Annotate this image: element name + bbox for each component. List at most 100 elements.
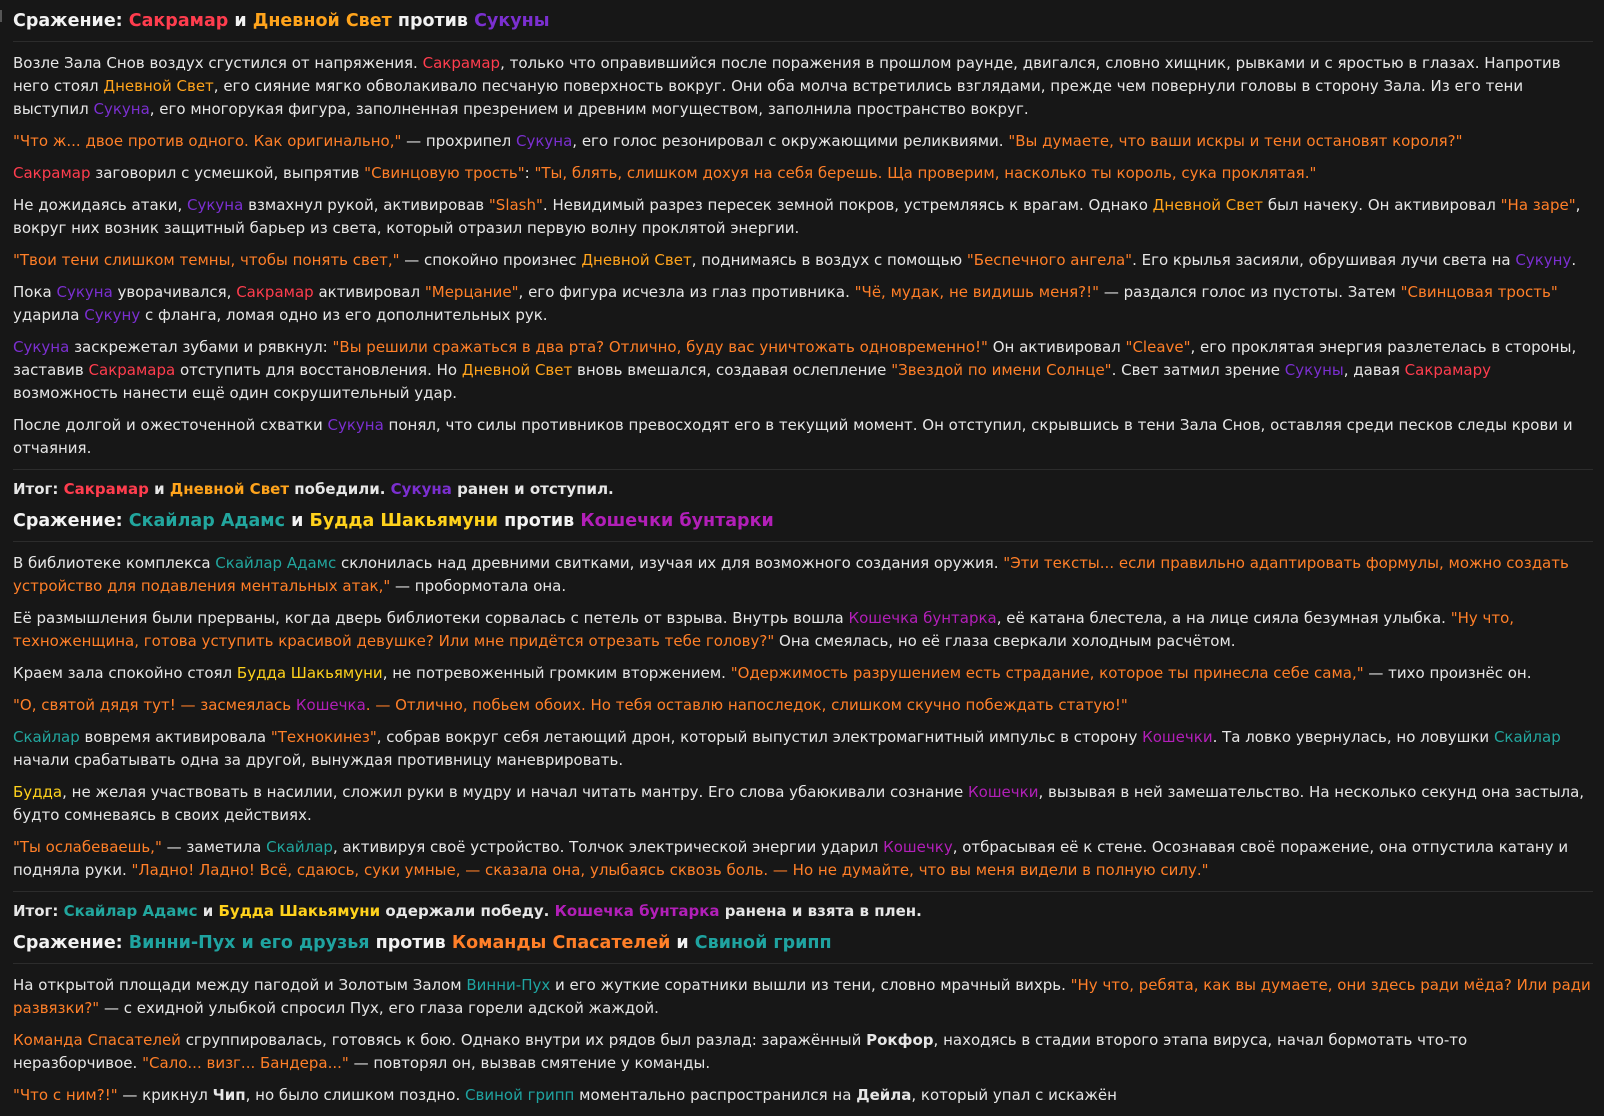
- story-paragraph: Краем зала спокойно стоял Будда Шакьямун…: [13, 662, 1593, 685]
- character-name: Кошечку: [883, 838, 953, 856]
- narration-text: , который упал с искажён: [911, 1086, 1117, 1104]
- character-name: Сукуна: [515, 132, 573, 150]
- narration-text: отступить для восстановления. Но: [175, 361, 462, 379]
- narration-text: , активируя своё устройство. Толчок элек…: [332, 838, 884, 856]
- narration-text: моментально распространился на: [574, 1086, 857, 1104]
- narration-text: .: [1571, 251, 1577, 269]
- character-name: Дневной Свет: [252, 11, 392, 31]
- quoted-text: "Беспечного ангела": [966, 251, 1133, 269]
- narration-text: Краем зала спокойно стоял: [13, 664, 237, 682]
- quoted-text: "Одержимость разрушением есть страдание,…: [730, 664, 1364, 682]
- quoted-text: "Свинцовую трость": [364, 164, 525, 182]
- narration-text: , но было слишком поздно.: [245, 1086, 466, 1104]
- character-name: Сакрамар: [128, 11, 229, 31]
- story-paragraph: "Ты ослабеваешь," — заметила Скайлар, ак…: [13, 836, 1593, 882]
- quoted-text: "Ты, блять, слишком дохуя на себя берешь…: [534, 164, 1317, 182]
- quoted-text: "На заре": [1500, 196, 1576, 214]
- narration-text: В библиотеке комплекса: [13, 554, 216, 572]
- character-name: Сакрамара: [88, 361, 176, 379]
- story-paragraph: На открытой площади между пагодой и Золо…: [13, 974, 1593, 1020]
- narration-text: одержали победу.: [380, 902, 555, 920]
- character-name: Дейла: [856, 1086, 912, 1104]
- character-name: Свиной грипп: [465, 1086, 575, 1104]
- character-name: Кошечка бунтарка: [554, 902, 720, 920]
- narration-text: с фланга, ломая одно из его дополнительн…: [140, 306, 548, 324]
- story-paragraph: Пока Сукуна уворачивался, Сакрамар актив…: [13, 281, 1593, 327]
- narration-text: и: [670, 933, 695, 953]
- narration-text: и: [284, 511, 310, 531]
- character-name: Дневной Свет: [103, 77, 214, 95]
- quoted-text: "Вы думаете, что ваши искры и тени остан…: [1008, 132, 1463, 150]
- character-name: Сакрамар: [422, 54, 501, 72]
- character-name: Сукуны: [1284, 361, 1344, 379]
- story-paragraph: После долгой и ожесточенной схватки Суку…: [13, 414, 1593, 460]
- character-name: Будда: [13, 783, 63, 801]
- battle-heading: Сражение: Винни-Пух и его друзья против …: [13, 931, 1593, 964]
- narration-text: против: [369, 933, 452, 953]
- narration-text: — пробормотала она.: [390, 577, 567, 595]
- character-name: Будда Шакьямуни: [236, 664, 383, 682]
- character-name: Винни-Пух: [466, 976, 551, 994]
- narration-text: , его голос резонировал с окружающими ре…: [572, 132, 1009, 150]
- narration-text: — прохрипел: [401, 132, 516, 150]
- narration-text: и: [197, 902, 219, 920]
- character-name: Сукуна: [327, 416, 384, 434]
- character-name: Кошечки: [1142, 728, 1213, 746]
- narration-text: . Та ловко увернулась, но ловушки: [1212, 728, 1494, 746]
- narration-text: , не желая участвовать в насилии, сложил…: [62, 783, 968, 801]
- narration-text: уворачивался,: [112, 283, 237, 301]
- narration-text: возможность нанести ещё один сокрушитель…: [13, 384, 457, 402]
- narration-text: — заметила: [161, 838, 267, 856]
- narration-text: , поднимаясь в воздух с помощью: [691, 251, 967, 269]
- narration-text: и его жуткие соратники вышли из тени, сл…: [550, 976, 1071, 994]
- narration-text: Возле Зала Снов воздух сгустился от напр…: [13, 54, 423, 72]
- narration-text: — повторял он, вызвав смятение у команды…: [348, 1054, 711, 1072]
- quoted-text: "Твои тени слишком темны, чтобы понять с…: [13, 251, 400, 269]
- character-name: Кошечка бунтарка: [848, 609, 997, 627]
- character-name: Сукуна: [56, 283, 113, 301]
- story-paragraph: Будда, не желая участвовать в насилии, с…: [13, 781, 1593, 827]
- window-edge-marker: [0, 10, 2, 22]
- character-name: Дневной Свет: [581, 251, 692, 269]
- character-name: Скайлар: [13, 728, 80, 746]
- narration-text: начали срабатывать одна за другой, вынуж…: [13, 751, 624, 769]
- narration-text: склонилась над древними свитками, изучая…: [336, 554, 1004, 572]
- narration-text: — раздался голос из пустоты. Затем: [1099, 283, 1401, 301]
- character-name: Скайлар: [1493, 728, 1561, 746]
- narration-text: заскрежетал зубами и рявкнул:: [69, 338, 333, 356]
- character-name: Скайлар Адамс: [215, 554, 337, 572]
- character-name: Свиной грипп: [694, 933, 832, 953]
- character-name: Кошечки бунтарки: [580, 511, 774, 531]
- narration-text: Итог:: [13, 480, 64, 498]
- character-name: Чип: [212, 1086, 246, 1104]
- story-paragraph: Скайлар вовремя активировала "Технокинез…: [13, 726, 1593, 772]
- battle-heading: Сражение: Сакрамар и Дневной Свет против…: [13, 9, 1593, 42]
- quoted-text: "Cleave": [1125, 338, 1191, 356]
- quoted-text: . — Отлично, побьем обоих. Но тебя остав…: [365, 696, 1128, 714]
- story-paragraph: "Что с ним?!" — крикнул Чип, но было сли…: [13, 1084, 1593, 1107]
- battle-heading: Сражение: Скайлар Адамс и Будда Шакьямун…: [13, 509, 1593, 542]
- quoted-text: "Технокинез": [270, 728, 377, 746]
- character-name: Скайлар: [266, 838, 333, 856]
- narration-text: После долгой и ожесточенной схватки: [13, 416, 328, 434]
- quoted-text: "Что с ним?!": [13, 1086, 118, 1104]
- quoted-text: "О, святой дядя тут! — засмеялась: [13, 696, 296, 714]
- narration-text: против: [498, 511, 581, 531]
- character-name: Будда Шакьямуни: [218, 902, 381, 920]
- narration-text: заговорил с усмешкой, выпрятив: [90, 164, 365, 182]
- character-name: Сакрамару: [1404, 361, 1492, 379]
- character-name: Винни-Пух и его друзья: [128, 933, 370, 953]
- narration-text: победили.: [289, 480, 391, 498]
- character-name: Сакрамар: [63, 480, 149, 498]
- narration-text: , давая: [1343, 361, 1405, 379]
- narration-text: Он активировал: [987, 338, 1126, 356]
- narration-text: , не потревоженный громким вторжением.: [382, 664, 731, 682]
- character-name: Сукуну: [84, 306, 141, 324]
- character-name: Сукуна: [93, 100, 150, 118]
- narration-text: Пока: [13, 283, 57, 301]
- narration-text: вновь вмешался, создавая ослепление: [572, 361, 892, 379]
- character-name: Сукуна: [187, 196, 244, 214]
- character-name: Скайлар Адамс: [128, 511, 285, 531]
- narration-text: Сражение:: [13, 933, 129, 953]
- quoted-text: "Сало... визг... Бандера...": [142, 1054, 349, 1072]
